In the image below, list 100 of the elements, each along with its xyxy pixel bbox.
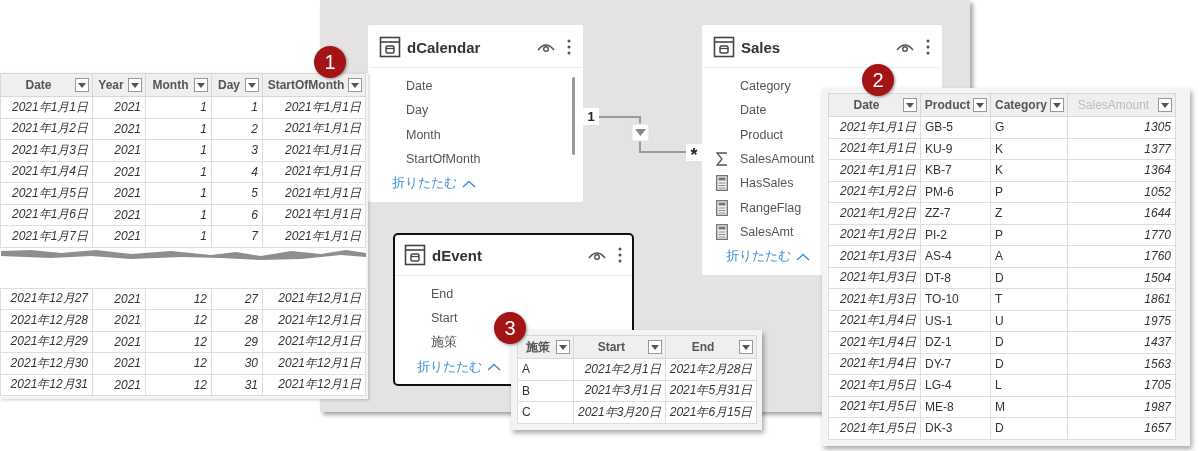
table-cell: 1563 — [1067, 353, 1176, 375]
table-card[interactable]: dCalendar Date Day Month StartOfMonth 折りたたむ — [368, 25, 583, 203]
field-name[interactable]: HasSales — [740, 176, 794, 191]
table-cell: GB-5 — [920, 116, 991, 138]
column-header: Category — [994, 98, 1048, 112]
table-cell: 2021 — [92, 225, 146, 247]
table-cell: 2021年1月4日 — [828, 331, 921, 353]
table-cell: 1 — [145, 182, 212, 204]
table-cell: ZZ-7 — [920, 202, 991, 224]
table-cell: 2021年1月4日 — [828, 310, 921, 332]
table-cell: 2021年12月27 — [0, 288, 93, 310]
table-icon — [713, 36, 735, 58]
table-cell: 2021 — [92, 331, 146, 353]
table-cell: 2021年1月2日 — [828, 202, 921, 224]
field-name[interactable]: SalesAmt — [740, 224, 794, 239]
table-cell: 1861 — [1067, 288, 1176, 310]
field-name[interactable]: Month — [406, 127, 441, 142]
field-name[interactable]: StartOfMonth — [406, 152, 481, 167]
table-cell: 2021年5月31日 — [665, 380, 757, 402]
table-cell: 12 — [145, 309, 212, 331]
table-cell: 2021年1月1日 — [262, 204, 366, 226]
field-name[interactable]: Product — [740, 127, 784, 142]
field-name[interactable]: Day — [406, 103, 429, 118]
filter-button[interactable] — [128, 78, 142, 92]
table-cell: PI-2 — [920, 224, 991, 246]
field-name[interactable]: SalesAmount — [740, 152, 815, 167]
eye-icon[interactable] — [588, 249, 606, 261]
more-icon[interactable] — [567, 39, 571, 55]
table-cell: 2021年1月4日 — [0, 161, 93, 183]
table-cell: 2021年1月3日 — [0, 139, 93, 161]
table-cell: 2021年1月1日 — [262, 139, 366, 161]
table-cell: US-1 — [920, 310, 991, 332]
table-cell: D — [990, 353, 1068, 375]
field-name[interactable]: Start — [431, 311, 458, 326]
filter-button[interactable] — [1158, 98, 1172, 112]
scrollbar[interactable] — [572, 77, 575, 155]
caret-down-icon — [78, 82, 86, 88]
field-name[interactable]: 施策 — [431, 334, 457, 352]
table-cell: 2021年12月31 — [0, 374, 93, 396]
table-cell: 2021年1月2日 — [828, 224, 921, 246]
filter-button[interactable] — [647, 340, 662, 354]
filter-button[interactable] — [75, 78, 89, 92]
table-cell: 2021 — [92, 374, 146, 396]
filter-button[interactable] — [348, 78, 362, 92]
table-cell: D — [990, 267, 1068, 289]
field-name[interactable]: End — [431, 287, 454, 302]
more-icon[interactable] — [618, 247, 622, 263]
filter-button[interactable] — [903, 98, 917, 112]
table-cell: 2021 — [92, 288, 146, 310]
table-cell: D — [990, 417, 1068, 439]
table-cell: 31 — [211, 374, 263, 396]
table-cell: 1 — [145, 204, 212, 226]
table-cell: 30 — [211, 352, 263, 374]
table-cell: 2021年1月1日 — [262, 225, 366, 247]
field-name[interactable]: Date — [406, 79, 433, 94]
card-title: Sales — [741, 38, 782, 56]
field-name[interactable]: RangeFlag — [740, 200, 802, 215]
field-name[interactable]: Date — [740, 103, 767, 118]
table-cell: 1 — [145, 225, 212, 247]
table-cell: KU-9 — [920, 138, 991, 160]
caret-down-icon — [248, 82, 256, 88]
table-cell: 1364 — [1067, 159, 1176, 181]
table-cell: 29 — [211, 331, 263, 353]
filter-button[interactable] — [1050, 98, 1064, 112]
table-cell: 2021年1月2日 — [0, 118, 93, 140]
column-header: Year — [97, 78, 125, 92]
table-cell: 27 — [211, 288, 263, 310]
table-cell: 1504 — [1067, 267, 1176, 289]
table-cell: 2021年1月1日 — [828, 116, 921, 138]
filter-button[interactable] — [556, 340, 570, 354]
table-cell: 3 — [211, 139, 263, 161]
table-cell: A — [990, 245, 1068, 267]
table-cell: Z — [990, 202, 1068, 224]
filter-button[interactable] — [739, 340, 754, 354]
table-cell: 2021年1月5日 — [0, 182, 93, 204]
eye-icon[interactable] — [896, 41, 914, 53]
filter-button[interactable] — [973, 98, 987, 112]
table-cell: 1 — [145, 118, 212, 140]
table-cell: 2021年3月1日 — [573, 380, 666, 402]
table-cell: PM-6 — [920, 181, 991, 203]
filter-button[interactable] — [194, 78, 208, 92]
table-cell: 2021年1月1日 — [0, 96, 93, 118]
table-cell: 2021年1月4日 — [828, 353, 921, 375]
more-icon[interactable] — [926, 39, 930, 55]
collapse-link[interactable]: 折りたたむ — [417, 358, 501, 376]
field-name[interactable]: Category — [740, 79, 791, 94]
collapse-link[interactable]: 折りたたむ — [392, 175, 476, 193]
table-cell: 1705 — [1067, 374, 1176, 396]
column-header: Date — [852, 98, 881, 112]
table-cell: 2021年12月28 — [0, 309, 93, 331]
collapse-link[interactable]: 折りたたむ — [726, 248, 810, 266]
eye-icon[interactable] — [537, 41, 555, 53]
table-cell: 2021 — [92, 161, 146, 183]
caret-down-icon — [351, 82, 359, 88]
table-cell: 1 — [145, 139, 212, 161]
table-cell: 2021年1月2日 — [828, 181, 921, 203]
table-cell: 1052 — [1067, 181, 1176, 203]
filter-button[interactable] — [245, 78, 259, 92]
caret-down-icon — [1053, 102, 1061, 108]
column-header: Day — [217, 78, 241, 92]
